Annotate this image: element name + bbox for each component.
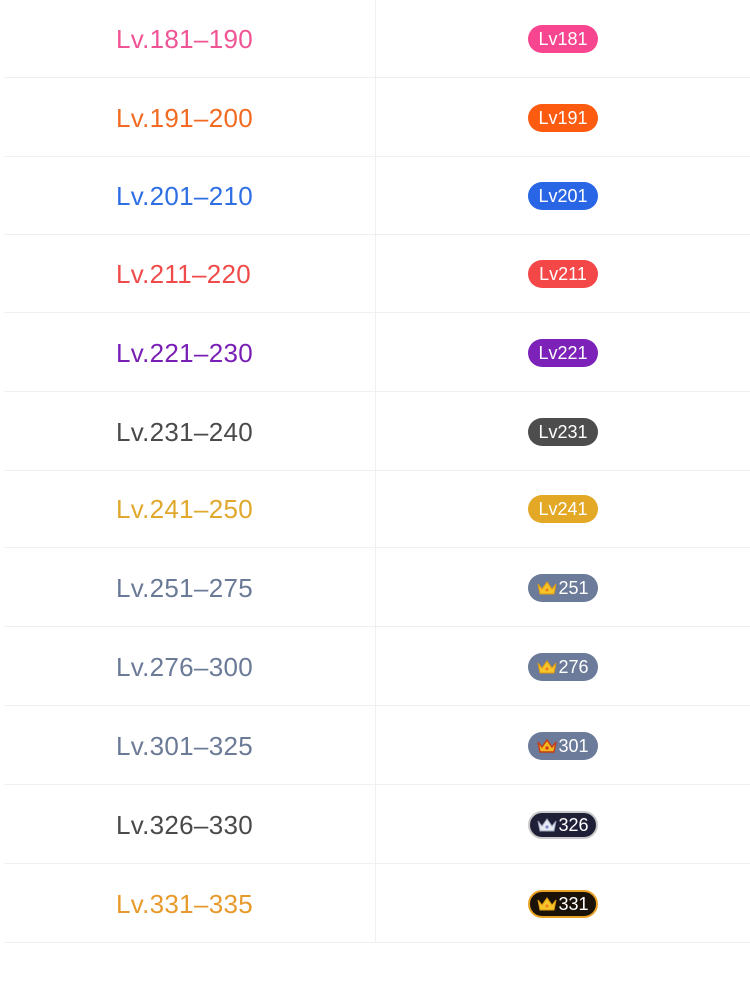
level-range-label: Lv.221–230 [116, 338, 253, 368]
level-badge: 326 [528, 811, 598, 839]
level-range-label: Lv.251–275 [116, 573, 253, 603]
level-badge: Lv231 [528, 418, 598, 446]
level-row: Lv.331–335 331 [4, 865, 750, 943]
level-row: Lv.301–325 301 [4, 707, 750, 785]
level-badge: Lv241 [528, 495, 598, 523]
level-badge-label: 326 [558, 815, 589, 835]
level-range-label: Lv.211–220 [116, 259, 252, 289]
level-badge-label: Lv241 [538, 499, 588, 519]
level-range-label: Lv.191–200 [116, 103, 253, 133]
gold-crown-icon [537, 576, 557, 595]
level-row: Lv.241–250 Lv241 [4, 470, 750, 548]
silver-crown-icon [537, 815, 557, 832]
level-range-label: Lv.276–300 [116, 652, 253, 682]
level-range-label: Lv.331–335 [116, 889, 253, 919]
level-badge-label: Lv201 [538, 186, 588, 206]
level-badge-label: 251 [558, 578, 589, 598]
level-badge: Lv181 [528, 25, 598, 53]
level-row: Lv.326–330 326 [4, 786, 750, 864]
level-range-label: Lv.241–250 [116, 494, 253, 524]
gold-crown-icon [537, 655, 557, 674]
level-badge: Lv191 [528, 104, 598, 132]
level-badge-label: 276 [558, 657, 589, 677]
level-row: Lv.251–275 251 [4, 549, 750, 627]
level-badge: 276 [528, 653, 598, 681]
level-range-label: Lv.301–325 [116, 731, 253, 761]
level-row: Lv.211–220 Lv211 [4, 235, 750, 313]
level-badge-label: Lv231 [538, 422, 588, 442]
gold-crown-icon [537, 894, 557, 911]
level-badge: 331 [528, 890, 598, 918]
red-gold-crown-icon [537, 734, 558, 753]
level-badge-label: Lv221 [538, 343, 588, 363]
level-range-label: Lv.201–210 [116, 181, 253, 211]
level-badge-label: Lv181 [538, 29, 588, 49]
level-row: Lv.181–190 Lv181 [4, 0, 750, 78]
level-range-label: Lv.181–190 [116, 24, 253, 54]
level-badge: Lv221 [528, 339, 598, 367]
level-badge: 251 [528, 574, 598, 602]
level-row: Lv.191–200 Lv191 [4, 79, 750, 157]
level-row: Lv.201–210 Lv201 [4, 157, 750, 235]
level-badge: Lv201 [528, 182, 598, 210]
level-badge: 301 [528, 732, 598, 760]
level-row: Lv.231–240 Lv231 [4, 393, 750, 471]
level-badge-label: 331 [558, 894, 589, 914]
level-row: Lv.276–300 276 [4, 628, 750, 706]
level-badge-label: Lv211 [539, 264, 587, 284]
level-badge: Lv211 [528, 260, 598, 288]
level-range-label: Lv.326–330 [116, 810, 253, 840]
level-badge-label: Lv191 [538, 108, 588, 128]
level-row: Lv.221–230 Lv221 [4, 314, 750, 392]
level-badge-label: 301 [558, 736, 589, 756]
level-range-label: Lv.231–240 [116, 417, 253, 447]
